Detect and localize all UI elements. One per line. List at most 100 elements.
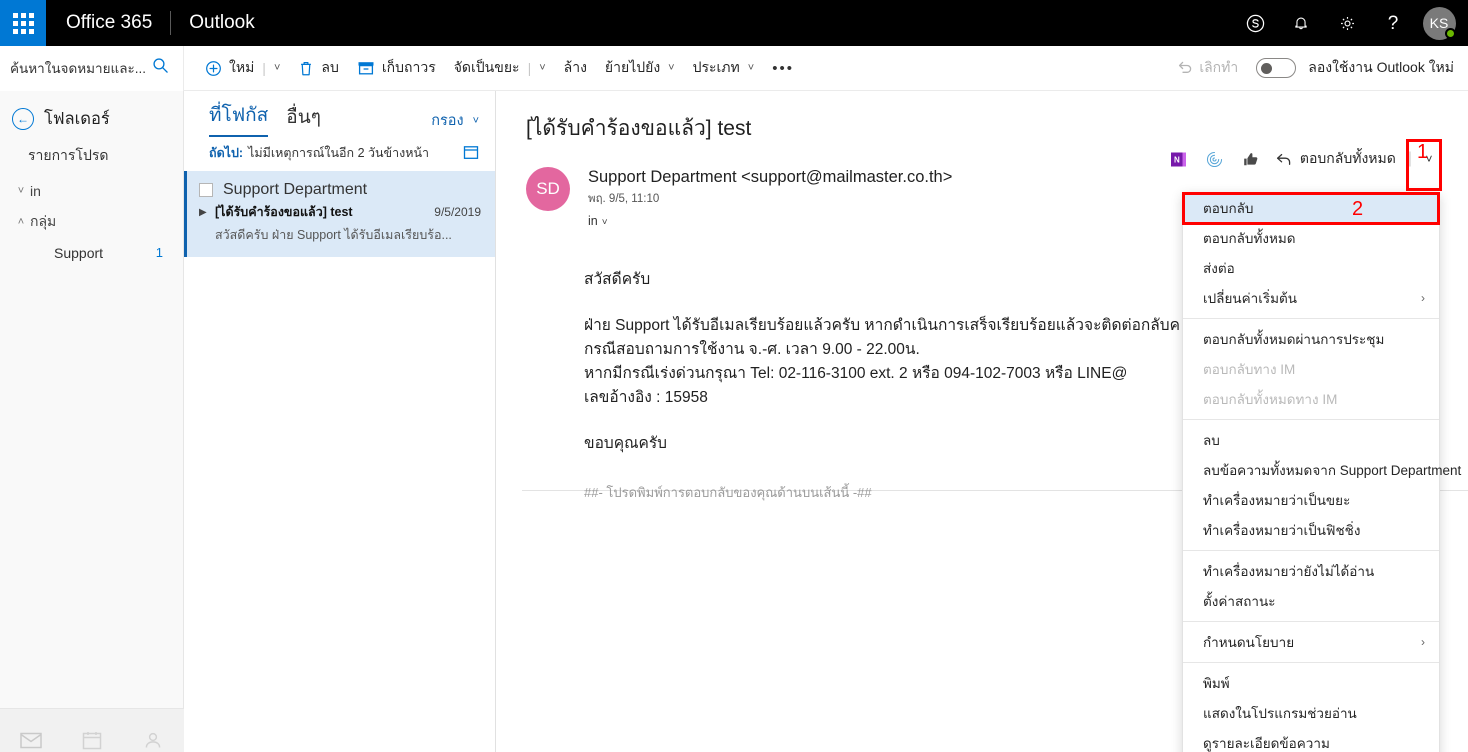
junk-label: จัดเป็นขยะ — [453, 59, 520, 75]
sidebar-item-support-group[interactable]: Support 1 — [0, 237, 183, 268]
menu-item-mark-as-junk[interactable]: ทำเครื่องหมายว่าเป็นขยะ — [1183, 485, 1439, 515]
sidebar-item-in[interactable]: ˅ in — [0, 175, 183, 206]
expand-conversation-icon[interactable]: ▶ — [199, 207, 215, 218]
archive-button[interactable]: เก็บถาวร — [348, 46, 445, 91]
message-subject: [ได้รับคำร้องขอแล้ว] test — [215, 205, 353, 219]
folders-title: โฟลเดอร์ — [44, 110, 110, 128]
focused-other-tabs: ที่โฟกัส อื่นๆ กรอง ˅ — [184, 91, 495, 137]
chevron-down-icon[interactable]: ˅ — [274, 62, 280, 74]
sender-name-address: Support Department <support@mailmaster.c… — [588, 168, 953, 186]
toggle-switch[interactable] — [1256, 58, 1297, 78]
menu-item-label: เปลี่ยนค่าเริ่มต้น — [1203, 291, 1297, 306]
menu-item-forward[interactable]: ส่งต่อ — [1183, 253, 1439, 283]
more-commands-button[interactable]: ••• — [763, 46, 803, 91]
menu-item-reply[interactable]: ตอบกลับ — [1183, 193, 1439, 223]
message-select-checkbox[interactable] — [199, 183, 213, 197]
calendar-nav-icon[interactable] — [79, 727, 105, 752]
suite-brand-office365[interactable]: Office 365 — [66, 12, 152, 34]
menu-item-delete-all-from-sender[interactable]: ลบข้อความทั้งหมดจาก Support Department — [1183, 455, 1461, 485]
junk-button[interactable]: จัดเป็นขยะ | ˅ — [445, 46, 555, 91]
menu-item-label: ดูรายละเอียดข้อความ — [1203, 736, 1330, 751]
tab-focused[interactable]: ที่โฟกัส — [209, 100, 269, 137]
menu-item-label: ทำเครื่องหมายว่ายังไม่ได้อ่าน — [1203, 564, 1375, 579]
message-list-pane: ที่โฟกัส อื่นๆ กรอง ˅ ถัดไป: ไม่มีเหตุกา… — [184, 91, 496, 752]
recipients-label: in — [588, 214, 598, 228]
menu-item-print[interactable]: พิมพ์ — [1183, 668, 1439, 698]
bell-icon[interactable] — [1278, 0, 1324, 46]
delete-button[interactable]: ลบ — [289, 46, 347, 91]
menu-item-delete[interactable]: ลบ — [1183, 425, 1439, 455]
undo-button[interactable]: เลิกทำ — [1177, 57, 1238, 79]
sweep-button[interactable]: ล้าง — [555, 46, 596, 91]
calendar-icon[interactable] — [463, 144, 479, 163]
try-new-outlook-toggle[interactable]: ลองใช้งาน Outlook ใหม่ — [1256, 57, 1454, 79]
svg-text:N: N — [1174, 155, 1180, 164]
menu-item-change-default[interactable]: เปลี่ยนค่าเริ่มต้น › — [1183, 283, 1439, 313]
menu-item-mark-as-unread[interactable]: ทำเครื่องหมายว่ายังไม่ได้อ่าน — [1183, 556, 1439, 586]
list-item[interactable]: Support Department ▶ [ได้รับคำร้องขอแล้ว… — [184, 171, 495, 257]
mail-nav-icon[interactable] — [18, 727, 44, 752]
chevron-down-icon[interactable]: ˅ — [668, 62, 674, 74]
menu-item-label: ลบ — [1203, 433, 1220, 448]
delete-label: ลบ — [321, 59, 339, 75]
gear-icon[interactable] — [1324, 0, 1370, 46]
app-launcher-button[interactable] — [0, 0, 46, 46]
chevron-down-icon[interactable]: ˅ — [748, 62, 754, 74]
next-up-bar: ถัดไป: ไม่มีเหตุการณ์ในอีก 2 วันข้างหน้า — [184, 137, 495, 171]
avatar[interactable]: KS — [1416, 0, 1462, 46]
ellipsis-icon: ••• — [772, 59, 794, 77]
menu-item-mark-as-phishing[interactable]: ทำเครื่องหมายว่าเป็นฟิชชิ่ง — [1183, 515, 1439, 545]
chevron-down-icon[interactable]: ˅ — [539, 62, 545, 74]
reply-dropdown-chevron[interactable]: ˅ — [1416, 144, 1442, 174]
filter-button[interactable]: กรอง ˅ — [431, 109, 479, 137]
search-input[interactable] — [10, 60, 150, 76]
filter-label: กรอง — [431, 113, 464, 129]
search-icon[interactable] — [152, 57, 169, 79]
menu-item-view-message-details[interactable]: ดูรายละเอียดข้อความ — [1183, 728, 1439, 752]
tab-other[interactable]: อื่นๆ — [286, 102, 321, 137]
help-icon[interactable]: ? — [1370, 0, 1416, 46]
menu-item-show-in-immersive-reader[interactable]: แสดงในโปรแกรมช่วยอ่าน — [1183, 698, 1439, 728]
skype-icon[interactable] — [1232, 0, 1278, 46]
reply-all-icon — [1275, 152, 1293, 167]
try-new-outlook-label: ลองใช้งาน Outlook ใหม่ — [1308, 59, 1454, 75]
brand-divider — [170, 11, 172, 35]
recipients-toggle[interactable]: in ˅ — [588, 214, 952, 228]
sidebar-item-label: Support — [54, 244, 104, 261]
folders-header[interactable]: ← โฟลเดอร์ — [0, 103, 183, 135]
reply-all-button[interactable]: ตอบกลับทั้งหมด — [1269, 143, 1404, 175]
chevron-up-icon[interactable]: ˄ — [12, 216, 30, 228]
menu-item-assign-policy[interactable]: กำหนดนโยบาย › — [1183, 627, 1439, 657]
reaction-swirl-icon[interactable] — [1197, 143, 1233, 175]
move-to-label: ย้ายไปยัง — [604, 59, 661, 75]
onenote-icon[interactable]: N — [1161, 143, 1197, 175]
menu-separator — [1183, 550, 1439, 551]
move-to-button[interactable]: ย้ายไปยัง ˅ — [596, 46, 684, 91]
plus-circle-icon — [205, 60, 222, 77]
command-buttons: ใหม่ | ˅ ลบ เก็บถาวร จัดเป็นขยะ | ˅ ล้าง… — [184, 46, 803, 91]
menu-item-label: ตั้งค่าสถานะ — [1203, 594, 1276, 609]
menu-item-label: กำหนดนโยบาย — [1203, 635, 1295, 650]
message-sender-row: Support Department — [199, 181, 481, 199]
sender-details: Support Department <support@mailmaster.c… — [588, 167, 952, 228]
new-message-button[interactable]: ใหม่ | ˅ — [196, 46, 289, 91]
people-nav-icon[interactable] — [140, 727, 166, 752]
menu-item-label: ตอบกลับทาง IM — [1203, 362, 1296, 377]
sidebar-item-groups[interactable]: ˄ กลุ่ม — [0, 206, 183, 237]
chevron-down-icon[interactable]: ˅ — [12, 185, 30, 197]
message-timestamp: พฤ. 9/5, 11:10 — [588, 193, 660, 205]
menu-item-reply-all-by-meeting[interactable]: ตอบกลับทั้งหมดผ่านการประชุม — [1183, 324, 1439, 354]
back-arrow-icon[interactable]: ← — [12, 108, 34, 130]
menu-item-set-flag[interactable]: ตั้งค่าสถานะ — [1183, 586, 1439, 616]
folder-navigation-pane: ← โฟลเดอร์ รายการโปรด ˅ in ˄ กลุ่ม Suppo… — [0, 91, 184, 708]
unread-count: 1 — [155, 245, 163, 260]
undo-label: เลิกทำ — [1199, 59, 1239, 75]
sidebar-item-label: in — [30, 182, 41, 199]
categories-button[interactable]: ประเภท ˅ — [684, 46, 764, 91]
app-brand-outlook[interactable]: Outlook — [189, 12, 254, 34]
menu-item-reply-all[interactable]: ตอบกลับทั้งหมด — [1183, 223, 1439, 253]
archive-label: เก็บถาวร — [381, 59, 436, 75]
thumbs-up-icon[interactable] — [1233, 143, 1269, 175]
archive-icon — [357, 60, 375, 76]
menu-item-label: ทำเครื่องหมายว่าเป็นขยะ — [1203, 493, 1351, 508]
